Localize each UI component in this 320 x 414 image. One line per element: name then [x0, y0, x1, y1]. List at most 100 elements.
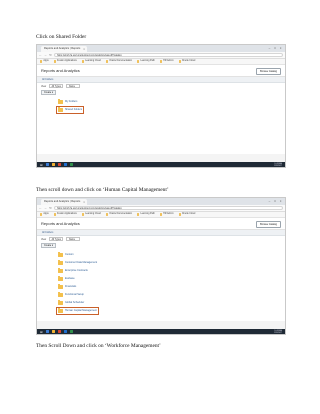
bookmark-icon — [159, 60, 163, 63]
bookmark-label: Fusion Applications — [57, 213, 77, 216]
reload-icon[interactable]: ↻ — [49, 53, 52, 57]
bookmark-item[interactable]: Fusion Applications — [53, 213, 77, 216]
bookmark-icon — [40, 60, 43, 63]
folder-list: My Folders Shared Folders — [37, 96, 285, 154]
list-item[interactable]: Financials — [57, 284, 77, 290]
folder-icon[interactable] — [51, 330, 55, 333]
back-icon[interactable]: ← — [39, 53, 42, 57]
folder-name: Enterprise Contracts — [65, 269, 88, 273]
list-item[interactable]: Enterprise Contracts — [57, 268, 89, 274]
folder-icon — [58, 284, 63, 289]
folder-icon — [58, 308, 63, 313]
create-button[interactable]: Create ▾ — [41, 243, 57, 248]
shared-folders-item[interactable]: Shared Folders — [55, 105, 85, 114]
window-controls[interactable]: – □ × — [269, 199, 283, 203]
word-icon[interactable] — [63, 163, 67, 166]
bookmark-icon — [105, 213, 109, 216]
bookmark-icon — [137, 60, 140, 63]
browse-catalog-button[interactable]: Browse Catalog — [256, 220, 281, 228]
url-field[interactable]: https://eboh.fa.us2.oraclecloud.com/anal… — [54, 53, 283, 57]
list-item[interactable]: Custom — [57, 252, 75, 258]
folder-name: Custom — [65, 253, 74, 257]
sort-select[interactable]: Name — [66, 237, 81, 241]
bookmark-item[interactable]: Fusion Applications — [53, 60, 77, 63]
bookmark-item[interactable]: Oracle Documentation — [105, 60, 133, 63]
url-field[interactable]: https://eboh.fa.us2.oraclecloud.com/anal… — [54, 206, 283, 210]
forward-icon[interactable]: → — [44, 206, 47, 210]
bookmark-item[interactable]: HR Admin — [159, 213, 174, 216]
ie-icon[interactable] — [45, 163, 49, 166]
folder-name: Customer Data Management — [65, 261, 98, 265]
window-controls[interactable]: – □ × — [269, 46, 283, 50]
address-bar: ← → ↻ https://eboh.fa.us2.oraclecloud.co… — [37, 52, 285, 59]
excel-icon[interactable] — [69, 163, 73, 166]
bookmark-label: Oracle Cloud — [181, 60, 196, 63]
type-filter-select[interactable]: All Types — [49, 84, 64, 88]
list-item[interactable]: My Folders — [57, 99, 78, 105]
browser-tab[interactable]: Reports and Analytics | Reports × — [41, 46, 87, 52]
list-item[interactable]: Functional Setup — [57, 292, 85, 298]
windows-taskbar: ⊞ 10:35 AM 1/20/2017 — [37, 329, 285, 334]
create-button[interactable]: Create ▾ — [41, 90, 57, 95]
bookmark-item[interactable]: HR Admin — [159, 60, 174, 63]
page-title: Reports and Analytics — [41, 68, 80, 73]
human-capital-management-item[interactable]: Human Capital Management — [55, 306, 100, 315]
bookmark-item[interactable]: Oracle Cloud — [178, 213, 195, 216]
bookmark-item[interactable]: Learning Path — [137, 213, 155, 216]
bookmark-icon — [178, 60, 181, 63]
sort-select[interactable]: Name — [66, 84, 81, 88]
browse-catalog-button[interactable]: Browse Catalog — [256, 67, 281, 75]
windows-start-icon[interactable]: ⊞ — [40, 330, 43, 334]
tab-title: Reports and Analytics | Reports — [44, 47, 81, 50]
windows-start-icon[interactable]: ⊞ — [40, 163, 43, 167]
chrome-icon[interactable] — [57, 330, 61, 333]
windows-taskbar: ⊞ 10:35 AM 1/20/2017 — [37, 162, 285, 167]
excel-icon[interactable] — [69, 330, 73, 333]
bookmark-item[interactable]: Learning Cloud — [81, 213, 101, 216]
list-item[interactable]: Global Scheduler — [57, 300, 85, 306]
clock: 10:35 AM 1/20/2017 — [274, 163, 282, 167]
folder-name: Functional Setup — [65, 293, 84, 297]
bookmark-item[interactable]: Oracle Documentation — [105, 213, 132, 216]
forward-icon[interactable]: → — [44, 53, 47, 57]
bookmark-item[interactable]: Apps — [40, 60, 49, 63]
list-item[interactable]: Customer Data Management — [57, 260, 98, 266]
bookmark-item[interactable]: Learning Path — [137, 60, 155, 63]
folder-icon — [58, 300, 63, 305]
ie-icon[interactable] — [45, 330, 49, 333]
app-header: Reports and Analytics Browse Catalog — [37, 65, 285, 77]
close-icon[interactable]: × — [83, 46, 85, 52]
page-title: Reports and Analytics — [41, 221, 80, 226]
list-item[interactable]: Essbase — [57, 276, 76, 282]
bookmark-icon — [81, 60, 85, 63]
bookmark-label: HR Admin — [163, 213, 174, 216]
folder-list: Custom Customer Data Management Enterpri… — [37, 249, 285, 321]
bookmark-label: Oracle Documentation — [109, 60, 133, 63]
close-icon[interactable]: × — [83, 199, 85, 205]
bookmark-icon — [40, 213, 43, 216]
folder-name: Essbase — [65, 277, 75, 281]
folder-icon — [58, 260, 63, 265]
type-filter-select[interactable]: All Types — [49, 237, 64, 241]
bookmark-icon — [53, 213, 57, 216]
bookmark-item[interactable]: Learning Cloud — [81, 60, 101, 63]
folder-name: Human Capital Management — [65, 309, 97, 313]
create-toolbar: Create ▾ — [37, 242, 285, 249]
bookmark-item[interactable]: Apps — [40, 213, 49, 216]
word-icon[interactable] — [63, 330, 67, 333]
back-icon[interactable]: ← — [39, 206, 42, 210]
folder-name: Global Scheduler — [65, 301, 85, 305]
view-label: View — [41, 237, 47, 241]
bookmark-label: Apps — [43, 213, 49, 216]
folder-icon[interactable] — [51, 163, 55, 166]
folder-icon — [58, 252, 63, 257]
date: 1/20/2017 — [274, 331, 282, 334]
bookmark-icon — [178, 213, 181, 216]
bookmark-label: Apps — [43, 60, 49, 63]
screenshot-2: Reports and Analytics | Reports × – □ × … — [36, 197, 286, 335]
bookmark-item[interactable]: Oracle Cloud — [178, 60, 196, 63]
chrome-icon[interactable] — [57, 163, 61, 166]
reload-icon[interactable]: ↻ — [49, 206, 52, 210]
folder-icon — [58, 276, 63, 281]
browser-tab[interactable]: Reports and Analytics | Reports × — [41, 199, 87, 205]
